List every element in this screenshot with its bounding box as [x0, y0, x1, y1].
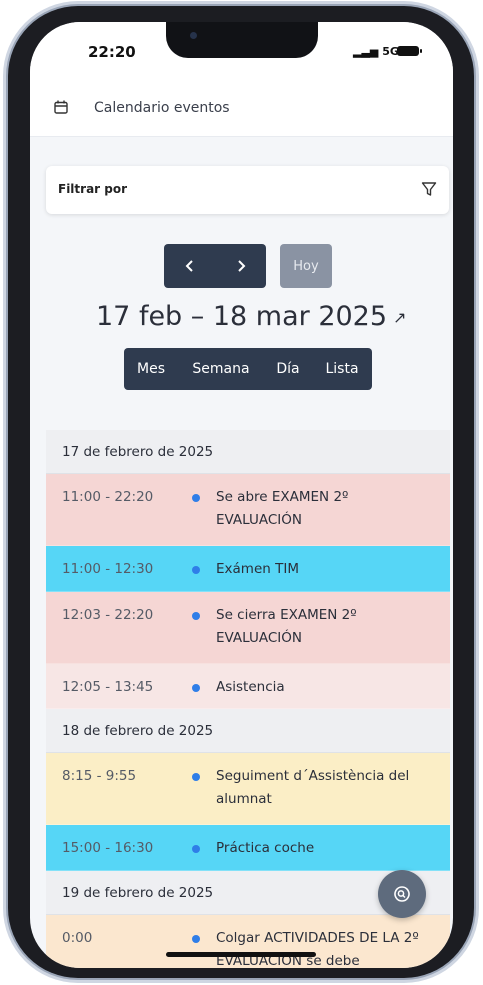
filter-label: Filtrar por	[58, 182, 128, 196]
date-navigation	[164, 244, 266, 288]
event-dot	[192, 684, 200, 692]
event-title: Asistencia	[216, 679, 285, 695]
event-time: 11:00 - 12:30	[62, 561, 154, 577]
event-row[interactable]: 8:15 - 9:55 Seguiment d´Assistència del …	[46, 753, 450, 825]
date-range-title: 17 feb – 18 mar 2025 ↗	[96, 301, 406, 332]
expand-arrow-icon[interactable]: ↗	[393, 308, 406, 327]
date-range-text: 17 feb – 18 mar 2025	[96, 301, 388, 332]
event-row[interactable]: 11:00 - 12:30 Exámen TIM	[46, 546, 450, 592]
event-time: 8:15 - 9:55	[62, 768, 137, 784]
chat-search-button[interactable]	[378, 870, 426, 918]
app-header: Calendario eventos	[30, 78, 453, 137]
event-dot	[192, 494, 200, 502]
day-header: 18 de febrero de 2025	[46, 709, 450, 753]
event-dot	[192, 935, 200, 943]
funnel-icon[interactable]	[421, 181, 437, 197]
view-tabs: Mes Semana Día Lista	[124, 348, 372, 390]
notch	[166, 22, 318, 58]
tab-week[interactable]: Semana	[178, 348, 264, 390]
event-time: 12:03 - 22:20	[62, 607, 154, 623]
event-title: Seguiment d´Assistència del alumnat	[216, 768, 410, 807]
today-button[interactable]: Hoy	[280, 244, 332, 288]
event-row[interactable]: 12:03 - 22:20 Se cierra EXAMEN 2º EVALUA…	[46, 592, 450, 664]
event-dot	[192, 845, 200, 853]
phone-screen: 22:20 ▂▃▅ 5G Calendario eventos Filtrar …	[30, 22, 453, 968]
event-row[interactable]: 11:00 - 22:20 Se abre EXAMEN 2º EVALUACI…	[46, 474, 450, 546]
home-indicator	[166, 952, 316, 957]
page-title: Calendario eventos	[94, 100, 230, 116]
event-title: Se cierra EXAMEN 2º EVALUACIÓN	[216, 607, 357, 646]
event-title: Práctica coche	[216, 840, 315, 856]
event-time: 11:00 - 22:20	[62, 489, 154, 505]
event-row[interactable]: 12:05 - 13:45 Asistencia	[46, 664, 450, 709]
event-row[interactable]: 0:00 Colgar ACTIVIDADES DE LA 2º EVALUAC…	[46, 915, 450, 968]
event-title: Exámen TIM	[216, 561, 299, 577]
battery-icon	[397, 46, 422, 56]
day-header: 17 de febrero de 2025	[46, 430, 450, 474]
chevron-left-icon	[185, 260, 193, 272]
signal-indicator: ▂▃▅ 5G	[353, 45, 399, 58]
event-time: 12:05 - 13:45	[62, 679, 154, 695]
event-title: Colgar ACTIVIDADES DE LA 2º EVALUACIÓN s…	[216, 930, 419, 968]
event-dot	[192, 566, 200, 574]
event-row[interactable]: 15:00 - 16:30 Práctica coche	[46, 825, 450, 871]
chat-search-icon	[394, 886, 410, 902]
event-title: Se abre EXAMEN 2º EVALUACIÓN	[216, 489, 349, 528]
event-time: 15:00 - 16:30	[62, 840, 154, 856]
next-button[interactable]	[215, 244, 266, 288]
status-time: 22:20	[88, 43, 136, 61]
tab-month[interactable]: Mes	[124, 348, 178, 390]
filter-bar[interactable]: Filtrar por	[46, 166, 449, 214]
camera-icon	[190, 32, 197, 39]
tab-list[interactable]: Lista	[312, 348, 372, 390]
event-dot	[192, 773, 200, 781]
calendar-icon	[54, 100, 68, 114]
chevron-right-icon	[237, 260, 245, 272]
event-time: 0:00	[62, 930, 93, 946]
event-dot	[192, 612, 200, 620]
tab-day[interactable]: Día	[264, 348, 312, 390]
prev-button[interactable]	[164, 244, 215, 288]
